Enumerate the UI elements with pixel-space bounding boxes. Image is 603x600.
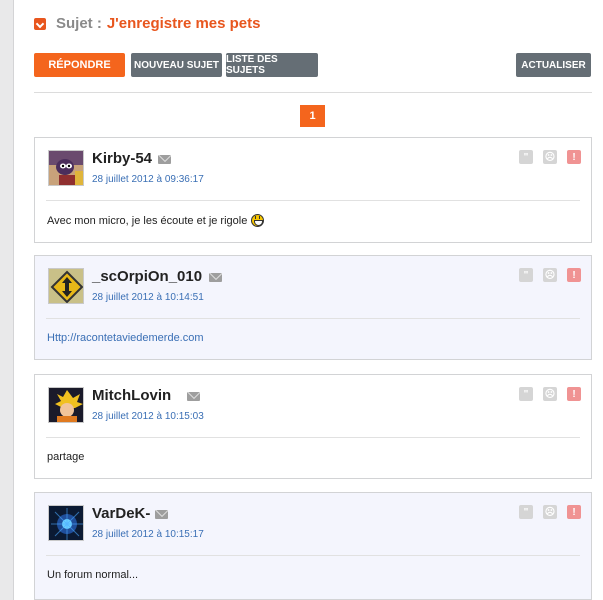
reply-button[interactable]: RÉPONDRE — [34, 53, 125, 77]
laughing-smiley-icon — [251, 214, 265, 227]
topic-panel: Sujet : J'enregistre mes pets RÉPONDRE N… — [13, 0, 603, 600]
post-author[interactable]: Kirby-54 — [92, 150, 152, 167]
post-author[interactable]: VarDeK- — [92, 505, 150, 522]
topic-list-button[interactable]: LISTE DES SUJETS — [226, 53, 318, 77]
refresh-button[interactable]: ACTUALISER — [516, 53, 591, 77]
post-text: Un forum normal... — [47, 569, 139, 581]
post-item: _scOrpiOn_010 28 juillet 2012 à 10:14:51… — [34, 255, 592, 360]
toolbar-divider — [34, 92, 592, 93]
mail-icon[interactable] — [155, 510, 168, 519]
report-icon[interactable]: ! — [567, 505, 581, 519]
post-actions: " ☹ ! — [519, 268, 581, 282]
avatar[interactable] — [48, 150, 84, 186]
quote-icon[interactable]: " — [519, 150, 533, 164]
post-body: Http://racontetaviedemerde.com — [47, 332, 204, 344]
post-separator — [46, 555, 580, 556]
post-text: Avec mon micro, je les écoute et je rigo… — [47, 214, 248, 227]
report-icon[interactable]: ! — [567, 150, 581, 164]
quote-icon[interactable]: " — [519, 505, 533, 519]
post-item: Kirby-54 28 juillet 2012 à 09:36:17 " ☹ … — [34, 137, 592, 243]
post-body: Un forum normal... — [47, 569, 138, 581]
moderation-icon[interactable]: ☹ — [543, 387, 557, 401]
avatar[interactable] — [48, 387, 84, 423]
post-link[interactable]: Http://racontetaviedemerde.com — [47, 332, 204, 344]
post-item: MitchLovin 28 juillet 2012 à 10:15:03 " … — [34, 374, 592, 479]
moderation-icon[interactable]: ☹ — [543, 150, 557, 164]
post-actions: " ☹ ! — [519, 150, 581, 164]
quote-icon[interactable]: " — [519, 268, 533, 282]
post-item: VarDeK- 28 juillet 2012 à 10:15:17 " ☹ !… — [34, 492, 592, 600]
post-text: partage — [47, 451, 85, 463]
topic-prefix: Sujet : — [56, 15, 102, 32]
post-body: partage — [47, 451, 84, 463]
post-separator — [46, 200, 580, 201]
moderation-icon[interactable]: ☹ — [543, 505, 557, 519]
post-actions: " ☹ ! — [519, 505, 581, 519]
post-date[interactable]: 28 juillet 2012 à 09:36:17 — [92, 174, 204, 185]
report-icon[interactable]: ! — [567, 387, 581, 401]
mail-icon[interactable] — [158, 155, 171, 164]
post-author[interactable]: MitchLovin — [92, 387, 171, 404]
quote-icon[interactable]: " — [519, 387, 533, 401]
post-date[interactable]: 28 juillet 2012 à 10:15:03 — [92, 411, 204, 422]
post-separator — [46, 318, 580, 319]
avatar[interactable] — [48, 268, 84, 304]
moderation-icon[interactable]: ☹ — [543, 268, 557, 282]
post-date[interactable]: 28 juillet 2012 à 10:14:51 — [92, 292, 204, 303]
post-author[interactable]: _scOrpiOn_010 — [92, 268, 202, 285]
pagination-page-1[interactable]: 1 — [300, 105, 325, 127]
new-topic-button[interactable]: NOUVEAU SUJET — [131, 53, 222, 77]
mail-icon[interactable] — [187, 392, 200, 401]
mail-icon[interactable] — [209, 273, 222, 282]
avatar[interactable] — [48, 505, 84, 541]
post-body: Avec mon micro, je les écoute et je rigo… — [47, 214, 265, 227]
post-date[interactable]: 28 juillet 2012 à 10:15:17 — [92, 529, 204, 540]
post-separator — [46, 437, 580, 438]
report-icon[interactable]: ! — [567, 268, 581, 282]
chevron-down-icon[interactable] — [34, 17, 46, 30]
topic-title: J'enregistre mes pets — [106, 15, 261, 32]
post-actions: " ☹ ! — [519, 387, 581, 401]
topic-header: Sujet : J'enregistre mes pets — [34, 15, 260, 32]
